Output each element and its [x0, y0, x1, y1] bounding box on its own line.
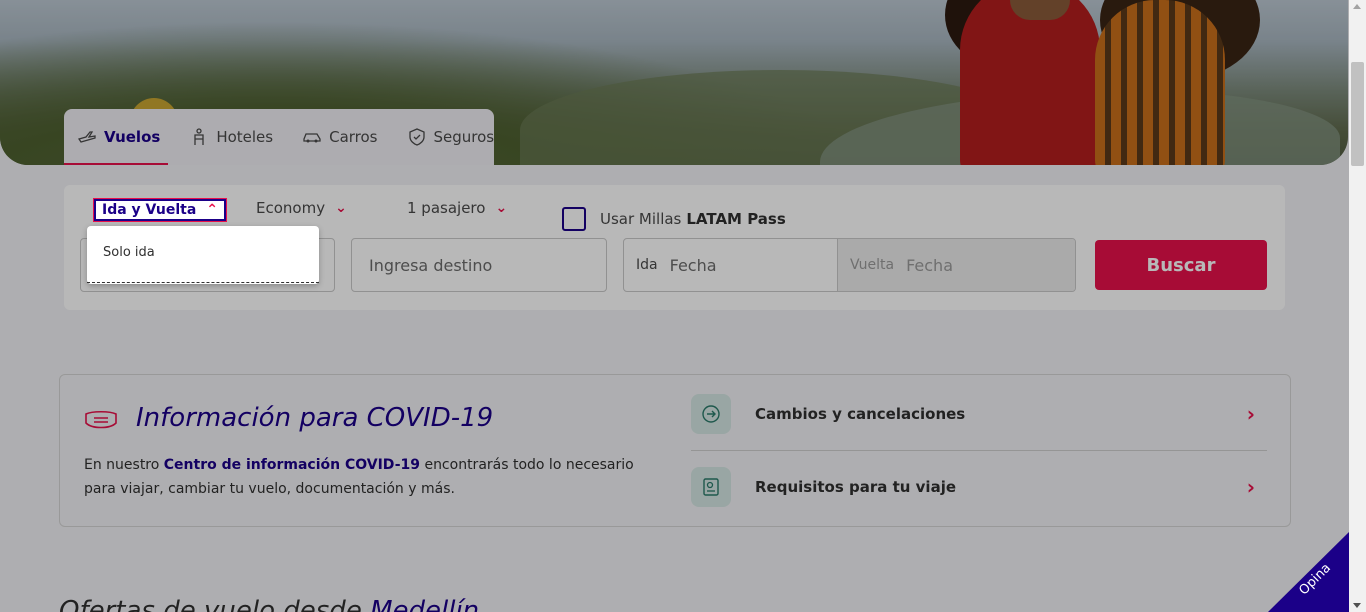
plane-icon	[78, 128, 96, 146]
miles-option[interactable]: Usar Millas LATAM Pass	[562, 207, 786, 231]
covid-title: Información para COVID-19	[136, 403, 494, 433]
link-label: Cambios y cancelaciones	[755, 405, 966, 423]
changes-cancellations-link[interactable]: Cambios y cancelaciones ›	[691, 394, 1267, 434]
tab-carros[interactable]: Carros	[303, 109, 378, 165]
covid-center-link[interactable]: Centro de información COVID-19	[164, 457, 420, 473]
face-mask-icon	[85, 410, 117, 429]
cabin-label: Economy	[256, 199, 326, 217]
tab-hoteles[interactable]: Hoteles	[190, 109, 273, 165]
chevron-down-icon: ⌄	[335, 200, 347, 216]
miles-checkbox[interactable]	[562, 207, 586, 231]
miles-label: Usar Millas	[600, 210, 682, 228]
product-tabs: Vuelos Hoteles Carros Seguros	[63, 109, 495, 165]
passenger-label: 1 pasajero	[407, 199, 486, 217]
passenger-selector[interactable]: 1 pasajero ⌄	[407, 199, 507, 217]
vuelta-label: Vuelta	[850, 257, 895, 273]
ida-label: Ida	[636, 257, 658, 273]
tab-label: Hoteles	[216, 128, 274, 146]
tab-label: Vuelos	[104, 128, 161, 146]
return-date-field[interactable]: Vuelta Fecha	[838, 239, 1075, 291]
scroll-up-icon[interactable]	[1353, 4, 1361, 9]
miles-brand: LATAM Pass	[686, 210, 786, 228]
tab-label: Seguros	[433, 128, 495, 146]
offers-prefix: Ofertas de vuelo desde	[59, 596, 371, 612]
covid-text: En nuestro Centro de información COVID-1…	[84, 453, 664, 501]
change-calendar-icon	[691, 394, 731, 434]
scrollbar-thumb[interactable]	[1351, 62, 1364, 166]
trip-type-label: Ida y Vuelta	[102, 202, 197, 218]
shield-icon	[408, 128, 426, 146]
departure-date-field[interactable]: Ida Fecha	[624, 239, 838, 291]
covid-text-before: En nuestro	[84, 457, 164, 473]
tab-vuelos[interactable]: Vuelos	[63, 109, 169, 165]
trip-type-selector[interactable]: Ida y Vuelta ⌃	[94, 199, 227, 221]
chevron-up-icon: ⌃	[206, 202, 219, 218]
search-button[interactable]: Buscar	[1095, 240, 1267, 290]
divider	[691, 450, 1267, 451]
scroll-down-icon[interactable]	[1353, 603, 1361, 608]
vuelta-placeholder: Fecha	[906, 255, 953, 275]
destination-field[interactable]: Ingresa destino	[351, 238, 607, 292]
feedback-button[interactable]: Opina	[1268, 532, 1349, 612]
chevron-down-icon: ⌄	[495, 200, 508, 216]
destination-placeholder: Ingresa destino	[369, 255, 493, 275]
scrollbar[interactable]	[1349, 0, 1366, 612]
chevron-right-icon: ›	[1246, 402, 1255, 426]
passport-icon	[691, 467, 731, 507]
ida-placeholder: Fecha	[669, 255, 717, 275]
feedback-triangle	[1268, 532, 1349, 612]
tab-label: Carros	[329, 128, 378, 146]
travel-requirements-link[interactable]: Requisitos para tu viaje ›	[691, 467, 1267, 507]
trip-type-dropdown: Solo ida	[87, 226, 319, 284]
tab-seguros[interactable]: Seguros	[408, 109, 495, 165]
dates-field: Ida Fecha Vuelta Fecha	[623, 238, 1076, 292]
dropdown-item-solo-ida[interactable]: Solo ida	[103, 245, 155, 260]
offers-city[interactable]: Medellín	[370, 596, 479, 612]
link-label: Requisitos para tu viaje	[755, 478, 957, 496]
dropdown-divider	[87, 282, 319, 283]
cabin-selector[interactable]: Economy ⌄	[256, 199, 347, 217]
chevron-right-icon: ›	[1246, 475, 1255, 499]
car-icon	[303, 128, 321, 146]
hotel-icon	[190, 128, 208, 146]
offers-heading: Ofertas de vuelo desde Medellín	[59, 596, 479, 612]
covid-info-box: Información para COVID-19 En nuestro Cen…	[59, 374, 1291, 527]
